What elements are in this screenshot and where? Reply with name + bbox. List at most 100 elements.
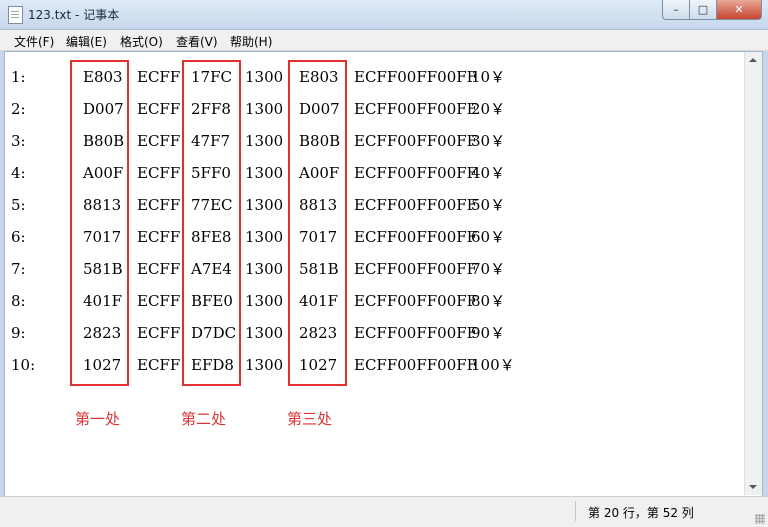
line-field-e: 401F [299, 292, 339, 310]
line-field-c: 5FF0 [191, 164, 231, 182]
line-field-c: A7E4 [191, 260, 232, 278]
menu-help[interactable]: 帮助(H) [230, 33, 272, 50]
line-field-d: 1300 [245, 164, 284, 182]
line-field-e: E803 [299, 68, 339, 86]
menu-file[interactable]: 文件(F) [14, 33, 54, 50]
line-field-num: 3: [11, 132, 26, 150]
line-field-a: D007 [83, 100, 124, 118]
line-field-num: 9: [11, 324, 26, 342]
line-field-f: ECFF00FF00FF [354, 164, 478, 182]
line-field-b: ECFF [137, 100, 181, 118]
line-field-d: 1300 [245, 356, 284, 374]
line-field-e: B80B [299, 132, 341, 150]
line-field-g: 80￥ [471, 292, 506, 310]
line-field-e: D007 [299, 100, 340, 118]
line-field-f: ECFF00FF00FF [354, 292, 478, 310]
status-divider [575, 501, 576, 521]
line-field-c: D7DC [191, 324, 237, 342]
line-field-b: ECFF [137, 196, 181, 214]
line-field-a: 401F [83, 292, 123, 310]
line-field-b: ECFF [137, 228, 181, 246]
line-field-num: 6: [11, 228, 26, 246]
line-field-g: 70￥ [471, 260, 506, 278]
line-field-f: ECFF00FF00FF [354, 356, 478, 374]
line-field-g: 20￥ [471, 100, 506, 118]
line-field-g: 50￥ [471, 196, 506, 214]
line-field-a: 2823 [83, 324, 122, 342]
line-field-c: BFE0 [191, 292, 233, 310]
line-field-b: ECFF [137, 260, 181, 278]
menu-format[interactable]: 格式(O) [120, 33, 163, 50]
line-field-b: ECFF [137, 68, 181, 86]
text-line: 9: 2823 ECFF D7DC 1300 2823 ECFF00FF00FF 90￥ [11, 324, 571, 342]
line-field-c: EFD8 [191, 356, 234, 374]
line-field-a: 8813 [83, 196, 122, 214]
scroll-down-icon[interactable] [749, 485, 757, 489]
line-field-b: ECFF [137, 292, 181, 310]
line-field-num: 1: [11, 68, 26, 86]
text-line: 8: 401F ECFF BFE0 1300 401F ECFF00FF00FF 80￥ [11, 292, 571, 310]
line-field-f: ECFF00FF00FF [354, 196, 478, 214]
line-field-d: 1300 [245, 132, 284, 150]
annotation-label-2: 第二处 [181, 410, 227, 428]
text-line: 7: 581B ECFF A7E4 1300 581B ECFF00FF00FF 70￥ [11, 260, 571, 278]
line-field-f: ECFF00FF00FF [354, 228, 478, 246]
line-field-g: 40￥ [471, 164, 506, 182]
line-field-d: 1300 [245, 292, 284, 310]
line-field-b: ECFF [137, 164, 181, 182]
line-field-e: 8813 [299, 196, 338, 214]
line-field-g: 30￥ [471, 132, 506, 150]
scroll-up-icon[interactable] [749, 58, 757, 62]
line-field-d: 1300 [245, 100, 284, 118]
resize-grip-icon[interactable] [755, 514, 765, 524]
text-line: 5: 8813 ECFF 77EC 1300 8813 ECFF00FF00FF 50￥ [11, 196, 571, 214]
line-field-c: 47F7 [191, 132, 231, 150]
line-field-num: 5: [11, 196, 26, 214]
line-field-d: 1300 [245, 324, 284, 342]
notepad-icon [8, 6, 23, 24]
line-field-c: 8FE8 [191, 228, 232, 246]
line-field-num: 7: [11, 260, 26, 278]
line-field-c: 2FF8 [191, 100, 231, 118]
line-field-a: B80B [83, 132, 125, 150]
text-line: 1: E803 ECFF 17FC 1300 E803 ECFF00FF00FF 10￥ [11, 68, 571, 86]
line-field-num: 2: [11, 100, 26, 118]
line-field-e: 1027 [299, 356, 338, 374]
menu-view[interactable]: 查看(V) [176, 33, 218, 50]
line-field-f: ECFF00FF00FF [354, 324, 478, 342]
text-line: 4: A00F ECFF 5FF0 1300 A00F ECFF00FF00FF 40￥ [11, 164, 571, 182]
close-button[interactable]: ✕ [717, 0, 762, 20]
window-controls: – □ ✕ [662, 0, 762, 20]
line-field-a: 7017 [83, 228, 122, 246]
line-field-f: ECFF00FF00FF [354, 100, 478, 118]
line-field-c: 77EC [191, 196, 233, 214]
line-field-g: 60￥ [471, 228, 506, 246]
line-field-d: 1300 [245, 196, 284, 214]
annotation-label-1: 第一处 [75, 410, 121, 428]
line-field-d: 1300 [245, 260, 284, 278]
text-line: 2: D007 ECFF 2FF8 1300 D007 ECFF00FF00FF 20￥ [11, 100, 571, 118]
annotation-label-3: 第三处 [287, 410, 333, 428]
text-editor[interactable]: 第一处 第二处 第三处 1: E803 ECFF 17FC 1300 E803 ECFF00… [4, 51, 763, 497]
line-field-a: 1027 [83, 356, 122, 374]
line-field-d: 1300 [245, 68, 284, 86]
minimize-button[interactable]: – [662, 0, 690, 20]
text-line: 10: 1027 ECFF EFD8 1300 1027 ECFF00FF00FF 100￥ [11, 356, 571, 374]
line-field-g: 100￥ [471, 356, 515, 374]
line-field-f: ECFF00FF00FF [354, 68, 478, 86]
line-field-a: E803 [83, 68, 123, 86]
line-field-num: 4: [11, 164, 26, 182]
line-field-d: 1300 [245, 228, 284, 246]
cursor-position: 第 20 行，第 52 列 [588, 506, 694, 520]
vertical-scrollbar[interactable] [744, 52, 762, 495]
line-field-c: 17FC [191, 68, 232, 86]
status-bar: 第 20 行，第 52 列 [0, 496, 768, 527]
line-field-g: 10￥ [471, 68, 506, 86]
menu-edit[interactable]: 编辑(E) [66, 33, 107, 50]
menu-bar: 文件(F) 编辑(E) 格式(O) 查看(V) 帮助(H) [0, 30, 768, 51]
line-field-a: 581B [83, 260, 123, 278]
maximize-button[interactable]: □ [690, 0, 717, 20]
text-line: 6: 7017 ECFF 8FE8 1300 7017 ECFF00FF00FF 60￥ [11, 228, 571, 246]
line-field-b: ECFF [137, 324, 181, 342]
line-field-a: A00F [83, 164, 124, 182]
